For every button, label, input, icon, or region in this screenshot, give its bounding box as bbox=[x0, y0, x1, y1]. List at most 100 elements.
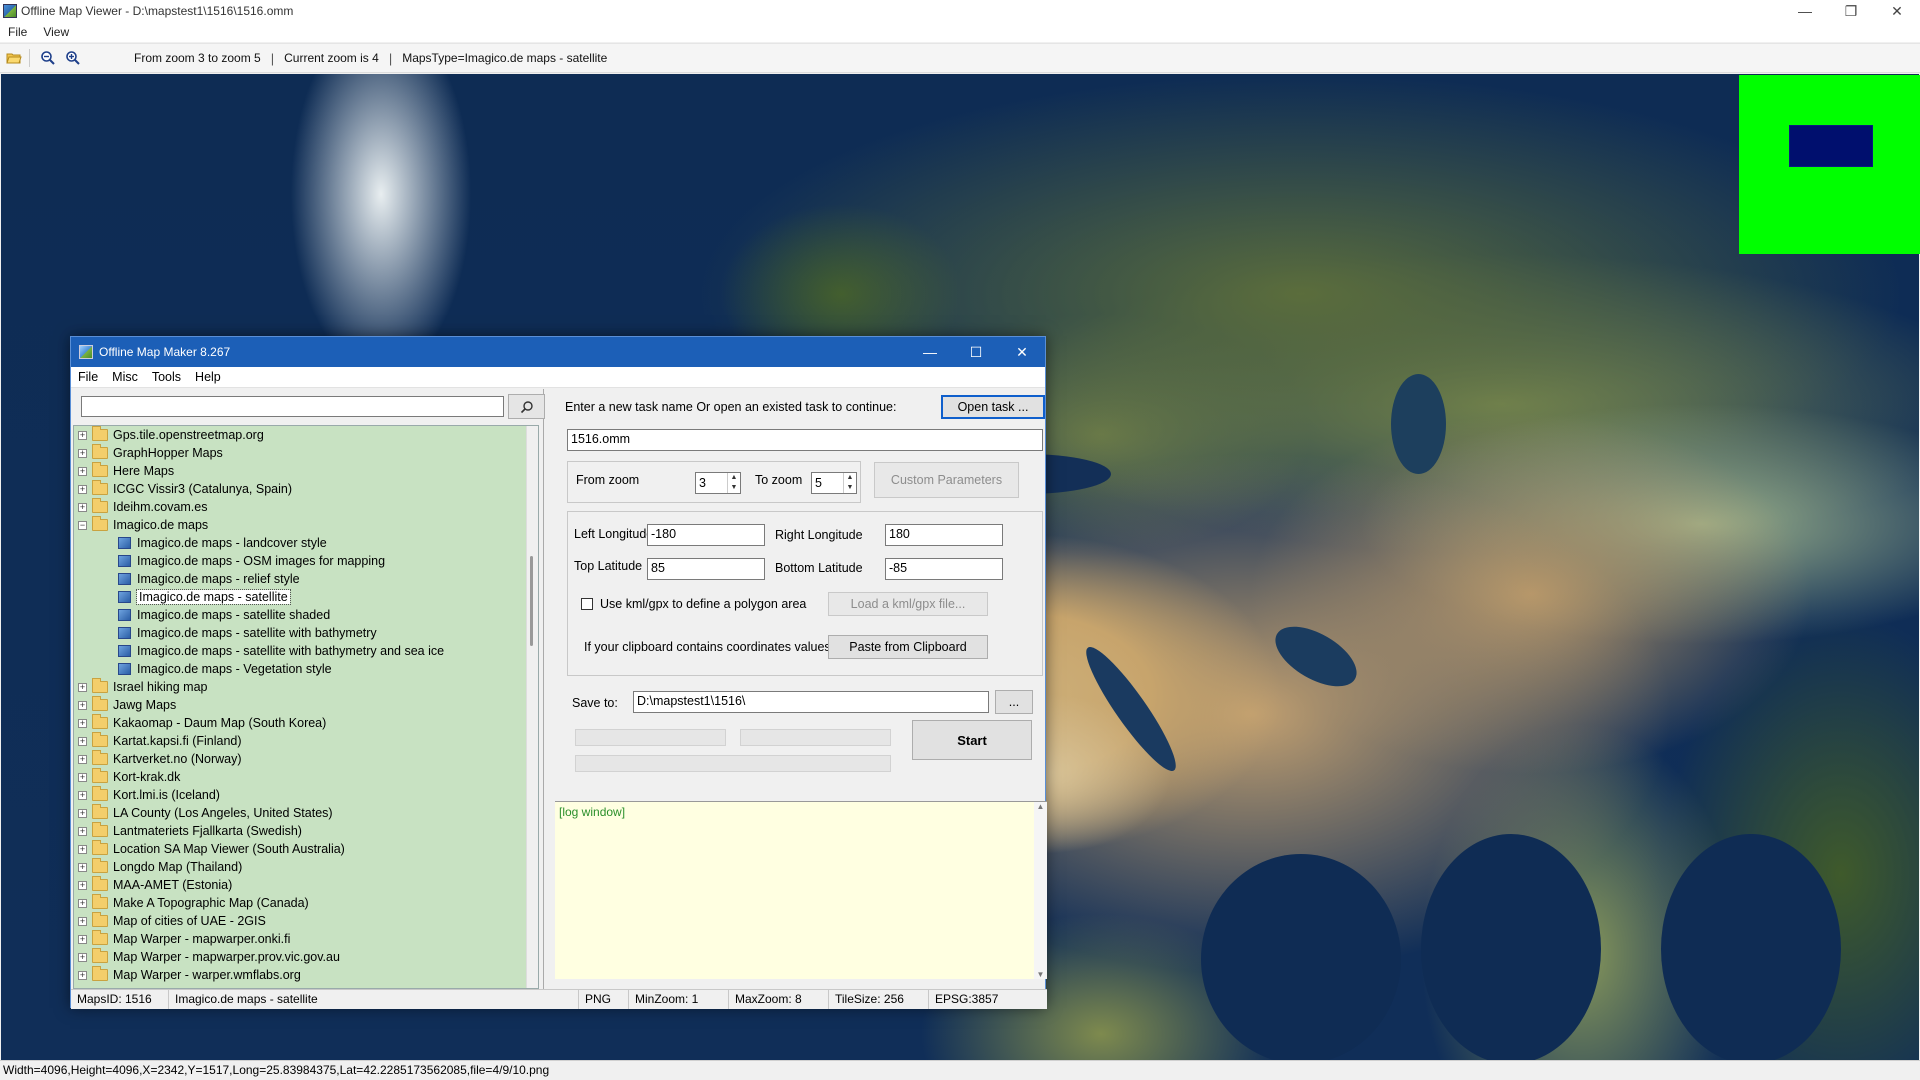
log-window[interactable]: [log window] ▲ ▼ bbox=[555, 801, 1047, 979]
task-name-input[interactable]: 1516.omm bbox=[567, 429, 1043, 451]
tree-item[interactable]: Imagico.de maps - satellite with bathyme… bbox=[74, 624, 538, 642]
tree-item[interactable]: + Map of cities of UAE - 2GIS bbox=[74, 912, 538, 930]
expand-icon[interactable]: + bbox=[78, 502, 87, 512]
expand-icon[interactable]: + bbox=[78, 808, 87, 818]
expand-icon[interactable]: + bbox=[78, 898, 87, 908]
expand-icon[interactable]: + bbox=[78, 700, 87, 710]
expand-icon[interactable]: + bbox=[78, 484, 87, 494]
expand-icon[interactable]: + bbox=[78, 718, 87, 728]
expand-icon[interactable]: + bbox=[78, 862, 87, 872]
status-tile-size: TileSize: 256 bbox=[829, 990, 929, 1009]
map-layer-icon bbox=[118, 627, 131, 639]
expand-icon[interactable]: + bbox=[78, 772, 87, 782]
log-scrollbar[interactable]: ▲ ▼ bbox=[1034, 802, 1047, 979]
tree-item[interactable]: Imagico.de maps - landcover style bbox=[74, 534, 538, 552]
open-folder-icon[interactable] bbox=[3, 47, 25, 69]
tree-item[interactable]: Imagico.de maps - relief style bbox=[74, 570, 538, 588]
restore-button[interactable]: ❐ bbox=[1828, 0, 1874, 22]
map-search-input[interactable] bbox=[81, 396, 504, 417]
tree-item[interactable]: + Israel hiking map bbox=[74, 678, 538, 696]
minimize-button[interactable]: — bbox=[1782, 0, 1828, 22]
folder-icon bbox=[92, 444, 108, 459]
open-task-button[interactable]: Open task ... bbox=[941, 395, 1045, 419]
tree-item[interactable]: Imagico.de maps - satellite bbox=[74, 588, 538, 606]
tree-item[interactable]: + Map Warper - mapwarper.prov.vic.gov.au bbox=[74, 948, 538, 966]
menu-view[interactable]: View bbox=[35, 25, 77, 39]
tree-item[interactable]: + Here Maps bbox=[74, 462, 538, 480]
top-latitude-input[interactable]: 85 bbox=[647, 558, 765, 580]
dialog-maximize-button[interactable]: ☐ bbox=[953, 337, 999, 367]
tree-item[interactable]: + Location SA Map Viewer (South Australia… bbox=[74, 840, 538, 858]
tree-item[interactable]: − Imagico.de maps bbox=[74, 516, 538, 534]
tree-item[interactable]: + LA County (Los Angeles, United States) bbox=[74, 804, 538, 822]
tree-item[interactable]: Imagico.de maps - Vegetation style bbox=[74, 660, 538, 678]
tree-item[interactable]: + Jawg Maps bbox=[74, 696, 538, 714]
tree-item[interactable]: + GraphHopper Maps bbox=[74, 444, 538, 462]
tree-item[interactable]: Imagico.de maps - satellite shaded bbox=[74, 606, 538, 624]
tree-item[interactable]: + Kartverket.no (Norway) bbox=[74, 750, 538, 768]
tree-item[interactable]: + Ideihm.covam.es bbox=[74, 498, 538, 516]
left-longitude-input[interactable]: -180 bbox=[647, 524, 765, 546]
expand-icon[interactable]: + bbox=[78, 448, 87, 458]
tree-item-label: ICGC Vissir3 (Catalunya, Spain) bbox=[113, 482, 293, 496]
collapse-icon[interactable]: − bbox=[78, 520, 87, 530]
browse-button[interactable]: ... bbox=[995, 690, 1033, 714]
dialog-close-button[interactable]: ✕ bbox=[999, 337, 1045, 367]
right-longitude-input[interactable]: 180 bbox=[885, 524, 1003, 546]
zoom-out-icon[interactable] bbox=[37, 47, 59, 69]
expand-icon[interactable]: + bbox=[78, 844, 87, 854]
kml-polygon-checkbox[interactable] bbox=[581, 598, 593, 610]
tree-item[interactable]: Imagico.de maps - satellite with bathyme… bbox=[74, 642, 538, 660]
dialog-menu-tools[interactable]: Tools bbox=[145, 370, 188, 384]
tree-item[interactable]: + Kort-krak.dk bbox=[74, 768, 538, 786]
custom-parameters-button[interactable]: Custom Parameters bbox=[874, 462, 1019, 498]
zoom-in-icon[interactable] bbox=[62, 47, 84, 69]
expand-icon[interactable]: + bbox=[78, 736, 87, 746]
status-map-name: Imagico.de maps - satellite bbox=[169, 990, 579, 1009]
tree-item[interactable]: + Kort.lmi.is (Iceland) bbox=[74, 786, 538, 804]
expand-icon[interactable]: + bbox=[78, 790, 87, 800]
tree-item[interactable]: + Lantmateriets Fjallkarta (Swedish) bbox=[74, 822, 538, 840]
search-button[interactable] bbox=[508, 394, 545, 419]
tree-scrollbar[interactable] bbox=[526, 426, 538, 988]
tree-item[interactable]: + ICGC Vissir3 (Catalunya, Spain) bbox=[74, 480, 538, 498]
tree-item[interactable]: + Kartat.kapsi.fi (Finland) bbox=[74, 732, 538, 750]
tree-scrollbar-thumb[interactable] bbox=[530, 556, 533, 646]
dialog-menu-misc[interactable]: Misc bbox=[105, 370, 145, 384]
expand-icon[interactable]: + bbox=[78, 682, 87, 692]
expand-icon[interactable]: + bbox=[78, 826, 87, 836]
spinner-arrows-icon[interactable]: ▲ ▼ bbox=[843, 473, 856, 493]
tree-item[interactable]: + Gps.tile.openstreetmap.org bbox=[74, 426, 538, 444]
expand-icon[interactable]: + bbox=[78, 466, 87, 476]
dialog-menu-file[interactable]: File bbox=[71, 370, 105, 384]
tree-item[interactable]: + Map Warper - warper.wmflabs.org bbox=[74, 966, 538, 984]
menu-file[interactable]: File bbox=[0, 25, 35, 39]
tree-item[interactable]: Imagico.de maps - OSM images for mapping bbox=[74, 552, 538, 570]
to-zoom-spinner[interactable]: 5 ▲ ▼ bbox=[811, 472, 857, 494]
save-path-input[interactable]: D:\mapstest1\1516\ bbox=[633, 691, 989, 713]
expand-icon[interactable]: + bbox=[78, 880, 87, 890]
tree-item[interactable]: + Longdo Map (Thailand) bbox=[74, 858, 538, 876]
expand-icon[interactable]: + bbox=[78, 754, 87, 764]
from-zoom-spinner[interactable]: 3 ▲ ▼ bbox=[695, 472, 741, 494]
expand-icon[interactable]: + bbox=[78, 430, 87, 440]
map-source-tree[interactable]: + Gps.tile.openstreetmap.org + GraphHopper … bbox=[73, 425, 539, 989]
expand-icon[interactable]: + bbox=[78, 916, 87, 926]
tree-item[interactable]: + MAA-AMET (Estonia) bbox=[74, 876, 538, 894]
dialog-minimize-button[interactable]: — bbox=[907, 337, 953, 367]
start-button[interactable]: Start bbox=[912, 720, 1032, 760]
expand-icon[interactable]: + bbox=[78, 952, 87, 962]
tree-item[interactable]: + Map Warper - mapwarper.onki.fi bbox=[74, 930, 538, 948]
dialog-menu-help[interactable]: Help bbox=[188, 370, 228, 384]
overview-minimap[interactable] bbox=[1739, 75, 1920, 254]
tree-item[interactable]: + Make A Topographic Map (Canada) bbox=[74, 894, 538, 912]
bottom-latitude-input[interactable]: -85 bbox=[885, 558, 1003, 580]
expand-icon[interactable]: + bbox=[78, 934, 87, 944]
expand-icon[interactable]: + bbox=[78, 970, 87, 980]
overview-viewport-rect[interactable] bbox=[1789, 125, 1873, 167]
load-kml-button[interactable]: Load a kml/gpx file... bbox=[828, 592, 988, 616]
spinner-arrows-icon[interactable]: ▲ ▼ bbox=[727, 473, 740, 493]
close-button[interactable]: ✕ bbox=[1874, 0, 1920, 22]
paste-clipboard-button[interactable]: Paste from Clipboard bbox=[828, 635, 988, 659]
tree-item[interactable]: + Kakaomap - Daum Map (South Korea) bbox=[74, 714, 538, 732]
